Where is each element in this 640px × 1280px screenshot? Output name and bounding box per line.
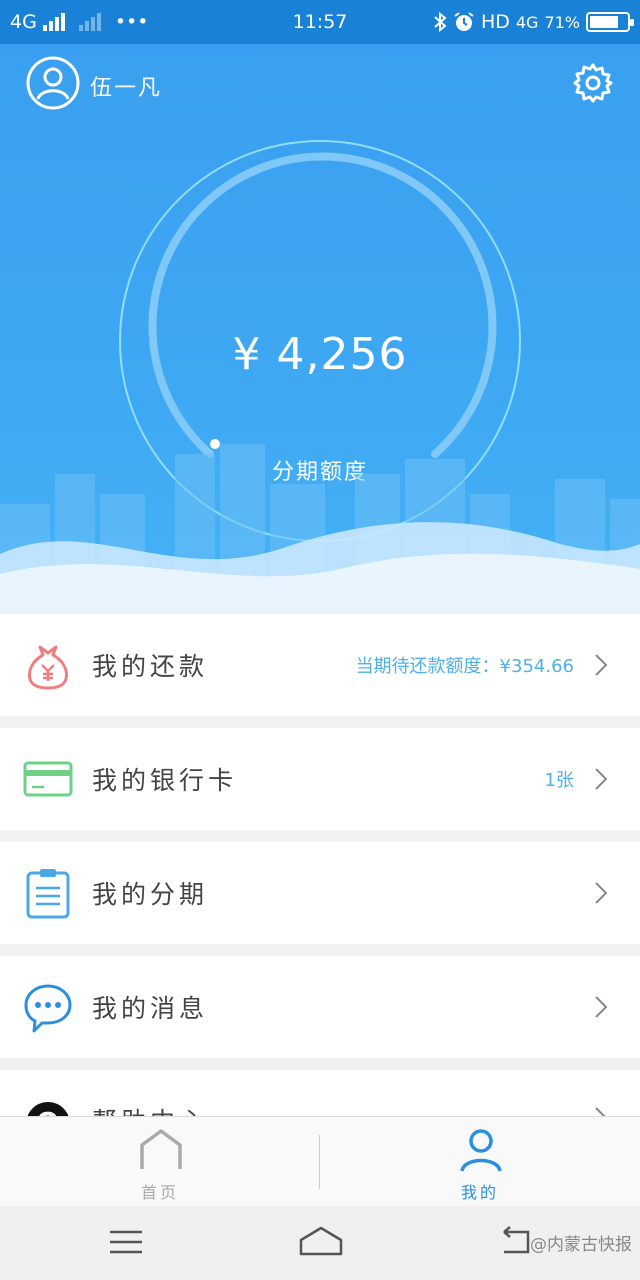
chevron-right-icon <box>595 1107 606 1116</box>
home-nav-icon[interactable] <box>298 1224 344 1260</box>
bluetooth-icon <box>434 12 447 32</box>
menu-label: 帮助中心 <box>92 1102 208 1116</box>
menu-item-repayment[interactable]: 我的还款 当期待还款额度：¥354.66 <box>0 614 640 716</box>
chevron-right-icon <box>595 654 608 676</box>
tab-mine-label: 我的 <box>460 1183 499 1202</box>
help-icon <box>27 1102 69 1116</box>
network-label: 4G <box>10 11 37 33</box>
menu-item-installments[interactable]: 我的分期 <box>0 842 640 944</box>
tab-home-label: 首页 <box>140 1183 179 1202</box>
menu-item-messages[interactable]: 我的消息 <box>0 956 640 1058</box>
more-notifications-icon: ••• <box>114 11 149 33</box>
battery-percent: 71% <box>544 12 580 32</box>
menu-icon[interactable] <box>106 1224 146 1260</box>
home-icon <box>140 1129 182 1169</box>
settings-gear-icon[interactable] <box>572 62 614 104</box>
credit-hero: 伍一凡 ¥ 4,256 分期额度 <box>0 44 640 614</box>
watermark-text: @内蒙古快报 <box>530 1235 632 1255</box>
card-count-text: 1张 <box>544 770 574 791</box>
tab-mine[interactable]: 我的 <box>320 1117 640 1207</box>
chevron-right-icon <box>595 768 608 790</box>
bottom-tab-bar: 首页 我的 <box>0 1116 640 1206</box>
hd-label: HD <box>480 11 510 33</box>
credit-amount: ¥ 4,256 <box>232 329 408 380</box>
due-amount-text: 当期待还款额度：¥354.66 <box>355 656 574 677</box>
city-skyline-illustration <box>0 444 640 614</box>
menu-label: 我的还款 <box>92 652 209 681</box>
chevron-right-icon <box>595 996 608 1018</box>
chat-bubble-icon <box>24 984 72 1033</box>
menu-item-bank-card[interactable]: 我的银行卡 1张 <box>0 728 640 830</box>
system-nav-bar: @内蒙古快报 <box>0 1206 640 1280</box>
user-icon <box>460 1129 502 1172</box>
menu-label: 我的分期 <box>92 880 209 909</box>
menu-item-help[interactable]: 帮助中心 <box>0 1070 640 1116</box>
menu-label: 我的银行卡 <box>92 766 238 795</box>
bank-card-icon <box>23 761 73 797</box>
battery-icon <box>586 12 634 32</box>
signal-icon <box>42 13 65 31</box>
alarm-icon <box>454 12 474 31</box>
menu-label: 我的消息 <box>92 994 209 1023</box>
tab-home[interactable]: 首页 <box>0 1117 320 1207</box>
status-bar: 4G ••• 11:57 HD 4G 71% <box>0 0 640 44</box>
network2-label: 4G <box>515 12 539 32</box>
signal-secondary-icon <box>78 13 101 31</box>
chevron-right-icon <box>595 882 608 904</box>
avatar[interactable] <box>26 56 80 110</box>
username: 伍一凡 <box>90 76 163 101</box>
clipboard-icon <box>26 869 70 919</box>
money-bag-icon <box>28 645 68 690</box>
